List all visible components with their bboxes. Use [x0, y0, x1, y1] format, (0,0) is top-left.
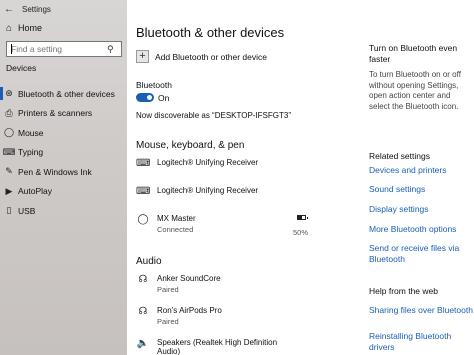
sharing-files-link[interactable]: Sharing files over Bluetooth [369, 305, 474, 316]
sidebar: ← Settings ⌂ Home ⚲ Devices ⊛ Bluetooth … [0, 0, 127, 355]
battery-icon [297, 215, 308, 220]
turn-on-heading: Turn on Bluetooth even faster [369, 43, 458, 64]
text-caret [11, 44, 12, 54]
home-icon: ⌂ [5, 22, 13, 34]
sidebar-item-label: AutoPlay [18, 186, 53, 197]
battery-percentage: 50% [293, 228, 309, 237]
device-item[interactable]: ◯ MX Master Connected [136, 214, 196, 234]
sidebar-item-home[interactable]: ⌂ Home [0, 20, 127, 36]
discoverable-text: Now discoverable as “DESKTOP-IFSFGT3” [136, 111, 292, 120]
mouse-icon: ◯ [3, 127, 15, 138]
bluetooth-toggle[interactable] [136, 93, 154, 102]
sidebar-nav: ⊛ Bluetooth & other devices ⎙ Printers &… [0, 84, 127, 221]
back-arrow-icon[interactable]: ← [0, 4, 18, 15]
plus-icon: + [136, 50, 149, 63]
search-input[interactable] [7, 44, 107, 54]
more-bluetooth-options-link[interactable]: More Bluetooth options [369, 224, 474, 235]
mouse-device-icon: ◯ [137, 214, 149, 225]
sidebar-item-label: USB [18, 205, 36, 216]
device-item[interactable]: ☊ Ron’s AirPods Pro Paired [136, 306, 222, 326]
usb-icon: ▯ [6, 205, 12, 216]
sidebar-item-mouse[interactable]: ◯ Mouse [0, 123, 127, 143]
send-receive-files-link[interactable]: Send or receive files via Bluetooth [369, 243, 474, 265]
add-device-button[interactable]: + Add Bluetooth or other device [136, 50, 267, 63]
display-settings-link[interactable]: Display settings [369, 204, 474, 215]
keyboard-device-icon: ⌨ [136, 186, 151, 197]
device-status: Connected [157, 225, 194, 234]
audio-heading: Audio [136, 256, 162, 267]
mouse-keyboard-pen-heading: Mouse, keyboard, & pen [136, 140, 245, 151]
turn-on-text: To turn Bluetooth on or off without open… [369, 70, 461, 111]
device-name: Speakers (Realtek High Definition Audio) [157, 338, 278, 355]
sidebar-item-typing[interactable]: ⌨ Typing [0, 143, 127, 163]
title-bar: ← Settings [0, 0, 127, 18]
page-title: Bluetooth & other devices [136, 25, 285, 40]
related-settings-heading: Related settings [369, 151, 430, 161]
sidebar-item-label: Typing [18, 147, 44, 158]
sidebar-item-pen[interactable]: ✎ Pen & Windows Ink [0, 162, 127, 182]
headphones-icon: ☊ [138, 306, 148, 317]
search-box[interactable]: ⚲ [6, 41, 122, 57]
device-item[interactable]: ⌨ Logitech® Unifying Receiver [136, 186, 258, 197]
reinstalling-drivers-link[interactable]: Reinstalling Bluetooth drivers [369, 331, 474, 353]
keyboard-device-icon: ⌨ [136, 158, 151, 169]
sidebar-item-usb[interactable]: ▯ USB [0, 201, 127, 221]
bluetooth-icon: ⊛ [5, 88, 13, 99]
device-item[interactable]: ☊ Anker SoundCore Paired [136, 274, 221, 294]
sidebar-item-label: Printers & scanners [18, 108, 93, 119]
device-item[interactable]: ⌨ Logitech® Unifying Receiver [136, 158, 258, 169]
headphones-icon: ☊ [138, 274, 148, 285]
device-status: Paired [157, 317, 179, 326]
sidebar-item-label: Mouse [18, 127, 44, 138]
bluetooth-label: Bluetooth [136, 80, 172, 90]
device-name: Logitech® Unifying Receiver [157, 158, 259, 167]
device-name: Logitech® Unifying Receiver [157, 186, 259, 195]
sidebar-item-label: Pen & Windows Ink [18, 166, 92, 177]
search-icon[interactable]: ⚲ [107, 44, 114, 55]
autoplay-icon: ▶ [5, 185, 13, 196]
device-status: Paired [157, 285, 179, 294]
toggle-state-label: On [158, 93, 170, 103]
sidebar-item-bluetooth[interactable]: ⊛ Bluetooth & other devices [0, 84, 127, 104]
sidebar-item-printers[interactable]: ⎙ Printers & scanners [0, 104, 127, 124]
sidebar-section-label: Devices [6, 63, 37, 73]
sound-settings-link[interactable]: Sound settings [369, 184, 474, 195]
pen-icon: ✎ [5, 166, 13, 177]
device-item[interactable]: 🔈 Speakers (Realtek High Definition Audi… [136, 338, 296, 355]
sidebar-item-label: Bluetooth & other devices [18, 88, 115, 99]
device-name: Ron’s AirPods Pro [157, 306, 222, 315]
devices-printers-link[interactable]: Devices and printers [369, 165, 474, 176]
add-device-label: Add Bluetooth or other device [155, 51, 267, 62]
sidebar-item-autoplay[interactable]: ▶ AutoPlay [0, 182, 127, 202]
home-label: Home [18, 23, 43, 33]
device-name: MX Master [157, 214, 196, 223]
keyboard-icon: ⌨ [2, 146, 16, 157]
speaker-icon: 🔈 [136, 338, 150, 349]
help-heading: Help from the web [369, 286, 438, 296]
device-name: Anker SoundCore [157, 274, 221, 283]
printer-icon: ⎙ [5, 107, 13, 118]
window-title: Settings [22, 4, 51, 14]
